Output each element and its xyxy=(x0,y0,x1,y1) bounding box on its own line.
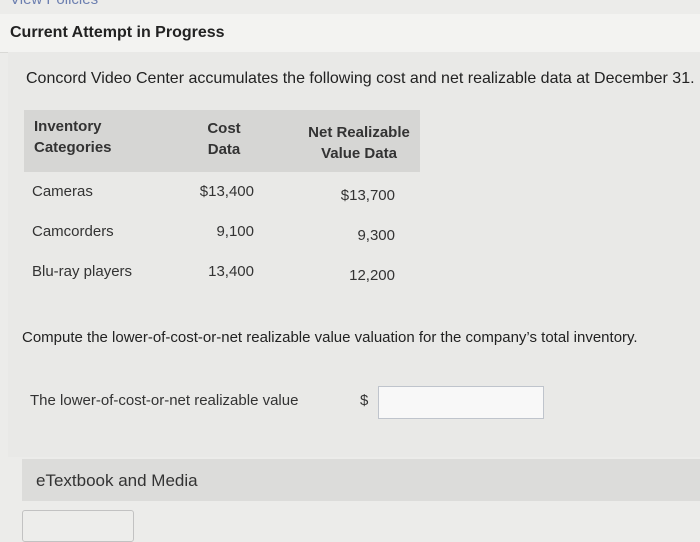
row-nrv: 9,300 xyxy=(357,227,395,244)
table-header: Inventory Categories Cost Data Net Reali… xyxy=(24,110,420,172)
header-net-realizable-value: Net Realizable Value Data xyxy=(308,124,410,162)
problem-intro: Concord Video Center accumulates the fol… xyxy=(26,70,695,87)
row-cost: 9,100 xyxy=(216,223,254,240)
row-nrv: $13,700 xyxy=(340,187,395,204)
row-category: Cameras xyxy=(32,183,93,200)
attempt-header: Current Attempt in Progress xyxy=(0,14,700,53)
currency-symbol: $ xyxy=(360,392,369,409)
table-row: Camcorders 9,100 9,300 xyxy=(24,212,420,252)
view-policies-link[interactable]: View Policies xyxy=(10,0,98,8)
answer-label: The lower-of-cost-or-net realizable valu… xyxy=(30,392,299,409)
header-inventory-categories: Inventory Categories xyxy=(34,118,112,156)
row-cost: $13,400 xyxy=(199,183,254,200)
etextbook-media-label: eTextbook and Media xyxy=(36,471,198,490)
row-nrv: 12,200 xyxy=(349,267,395,284)
table-row: Blu-ray players 13,400 12,200 xyxy=(24,252,420,292)
answer-input[interactable] xyxy=(378,386,544,419)
header-cost-data: Cost Data xyxy=(207,120,241,158)
row-cost: 13,400 xyxy=(208,263,254,280)
etextbook-media-section[interactable]: eTextbook and Media xyxy=(22,459,700,501)
question-text: Compute the lower-of-cost-or-net realiza… xyxy=(22,329,638,346)
table-row: Cameras $13,400 $13,700 xyxy=(24,172,420,212)
inventory-table: Inventory Categories Cost Data Net Reali… xyxy=(24,110,420,292)
bottom-button[interactable] xyxy=(22,510,134,542)
attempt-title: Current Attempt in Progress xyxy=(10,24,225,41)
row-category: Camcorders xyxy=(32,223,114,240)
row-category: Blu-ray players xyxy=(32,263,133,280)
